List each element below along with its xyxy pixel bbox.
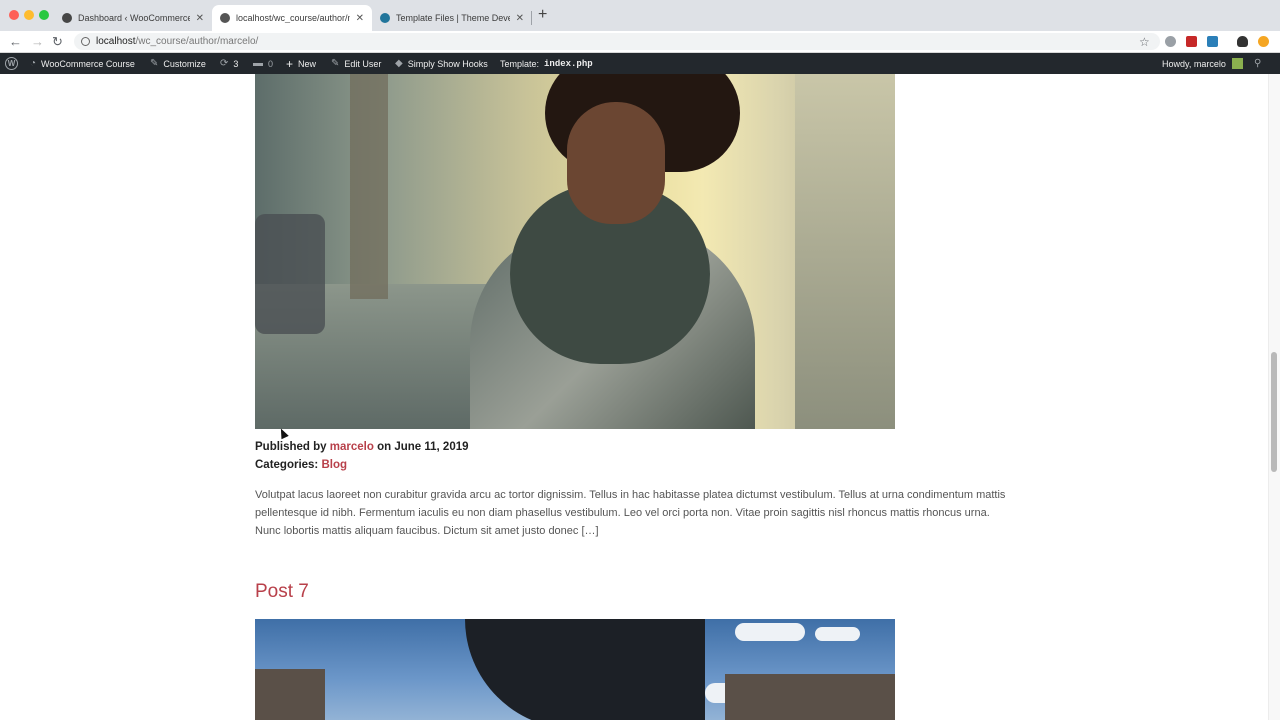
url-host: localhost xyxy=(96,36,136,47)
avatar xyxy=(1231,58,1243,69)
image-building xyxy=(255,669,325,720)
template-file: index.php xyxy=(544,58,593,69)
tab-separator xyxy=(531,11,532,25)
tab-title: Template Files | Theme Develo xyxy=(396,13,510,23)
image-car xyxy=(255,214,325,334)
comments-link[interactable]: ▬ 0 xyxy=(253,53,273,74)
updates-icon: ⟳ xyxy=(220,58,229,69)
category-link[interactable]: Blog xyxy=(321,459,347,471)
updates-link[interactable]: ⟳ 3 xyxy=(220,53,238,74)
tab-author-page[interactable]: localhost/wc_course/author/ma ✕ xyxy=(212,5,372,31)
author-link[interactable]: marcelo xyxy=(330,441,374,453)
image-cloud xyxy=(815,627,860,641)
wp-logo-menu[interactable]: W xyxy=(5,53,18,74)
template-label: Template: xyxy=(500,58,540,69)
edit-user-label: Edit User xyxy=(344,58,382,69)
close-window-button[interactable] xyxy=(9,10,19,20)
maximize-window-button[interactable] xyxy=(39,10,49,20)
template-info[interactable]: Template: index.php xyxy=(500,53,593,74)
pencil-icon: ✎ xyxy=(331,58,340,69)
my-account-menu[interactable]: Howdy, marcelo xyxy=(1162,53,1243,74)
hooks-label: Simply Show Hooks xyxy=(407,58,488,69)
address-bar-row: ← → ↻ localhost/wc_course/author/marcelo… xyxy=(0,31,1280,53)
extension-icon[interactable] xyxy=(1237,36,1248,47)
dashboard-icon: ◔ xyxy=(30,58,37,69)
image-face xyxy=(567,102,665,224)
published-prefix: Published by xyxy=(255,441,327,453)
post-date: on June 11, 2019 xyxy=(377,441,469,453)
site-info-icon[interactable] xyxy=(81,37,90,46)
next-post-featured-image[interactable] xyxy=(255,619,895,720)
post-categories-meta: Categories: Blog xyxy=(255,459,347,471)
tab-title: Dashboard ‹ WooCommerce Co xyxy=(78,13,190,23)
customize-link[interactable]: ✎ Customize xyxy=(150,53,206,74)
image-figure xyxy=(465,619,705,720)
post-excerpt: Volutpat lacus laoreet non curabitur gra… xyxy=(255,489,1006,537)
post-featured-image[interactable] xyxy=(255,74,895,429)
image-pole xyxy=(350,74,388,299)
admin-search-button[interactable]: ⚲ xyxy=(1254,53,1261,74)
comments-count: 0 xyxy=(268,58,274,69)
scrollbar-thumb[interactable] xyxy=(1271,352,1277,472)
extension-icon[interactable] xyxy=(1207,36,1218,47)
site-name-label: WooCommerce Course xyxy=(41,58,135,69)
wordpress-favicon-icon xyxy=(62,13,72,23)
post-published-meta: Published by marcelo on June 11, 2019 xyxy=(255,441,469,453)
wordpress-favicon-icon xyxy=(380,13,390,23)
url-input[interactable]: localhost/wc_course/author/marcelo/ xyxy=(74,33,1160,50)
new-content-menu[interactable]: + New xyxy=(286,53,316,74)
categories-label: Categories: xyxy=(255,459,319,471)
simply-show-hooks-link[interactable]: ◆ Simply Show Hooks xyxy=(395,53,488,74)
updates-count: 3 xyxy=(233,58,239,69)
plus-icon: + xyxy=(286,56,294,71)
minimize-window-button[interactable] xyxy=(24,10,34,20)
search-icon: ⚲ xyxy=(1254,58,1262,69)
image-wall xyxy=(795,74,895,429)
tag-icon: ◆ xyxy=(395,58,403,69)
wordpress-logo-icon: W xyxy=(5,57,18,70)
extension-icon[interactable] xyxy=(1186,36,1197,47)
browser-tab-bar: Dashboard ‹ WooCommerce Co ✕ localhost/w… xyxy=(0,0,1280,31)
page-content: Published by marcelo on June 11, 2019 Ca… xyxy=(0,74,1268,720)
comment-bubble-icon: ▬ xyxy=(253,58,263,69)
site-name-link[interactable]: ◔ WooCommerce Course xyxy=(30,53,135,74)
howdy-label: Howdy, marcelo xyxy=(1162,58,1226,69)
tab-template-files[interactable]: Template Files | Theme Develo ✕ xyxy=(372,5,532,31)
back-arrow-icon[interactable]: ← xyxy=(9,34,22,49)
edit-user-link[interactable]: ✎ Edit User xyxy=(331,53,381,74)
reload-icon[interactable]: ↻ xyxy=(52,34,63,50)
image-cloud xyxy=(735,623,805,641)
bookmark-star-icon[interactable]: ☆ xyxy=(1139,35,1150,49)
tab-dashboard[interactable]: Dashboard ‹ WooCommerce Co ✕ xyxy=(54,5,212,31)
new-tab-button[interactable]: + xyxy=(538,6,547,24)
close-tab-icon[interactable]: ✕ xyxy=(516,13,524,24)
url-path: /wc_course/author/marcelo/ xyxy=(135,36,259,47)
post-title-link[interactable]: Post 7 xyxy=(255,581,309,603)
customize-label: Customize xyxy=(163,58,206,69)
new-label: New xyxy=(298,58,317,69)
notification-icon[interactable] xyxy=(1258,36,1269,47)
tab-title: localhost/wc_course/author/ma xyxy=(236,13,350,23)
forward-arrow-icon[interactable]: → xyxy=(31,34,44,49)
close-tab-icon[interactable]: ✕ xyxy=(196,13,204,24)
globe-favicon-icon xyxy=(220,13,230,23)
paintbrush-icon: ✎ xyxy=(150,58,159,69)
wp-admin-bar: W ◔ WooCommerce Course ✎ Customize ⟳ 3 ▬… xyxy=(0,53,1280,74)
close-tab-icon[interactable]: ✕ xyxy=(356,13,364,24)
image-building xyxy=(725,674,895,720)
extension-icon[interactable] xyxy=(1165,36,1176,47)
